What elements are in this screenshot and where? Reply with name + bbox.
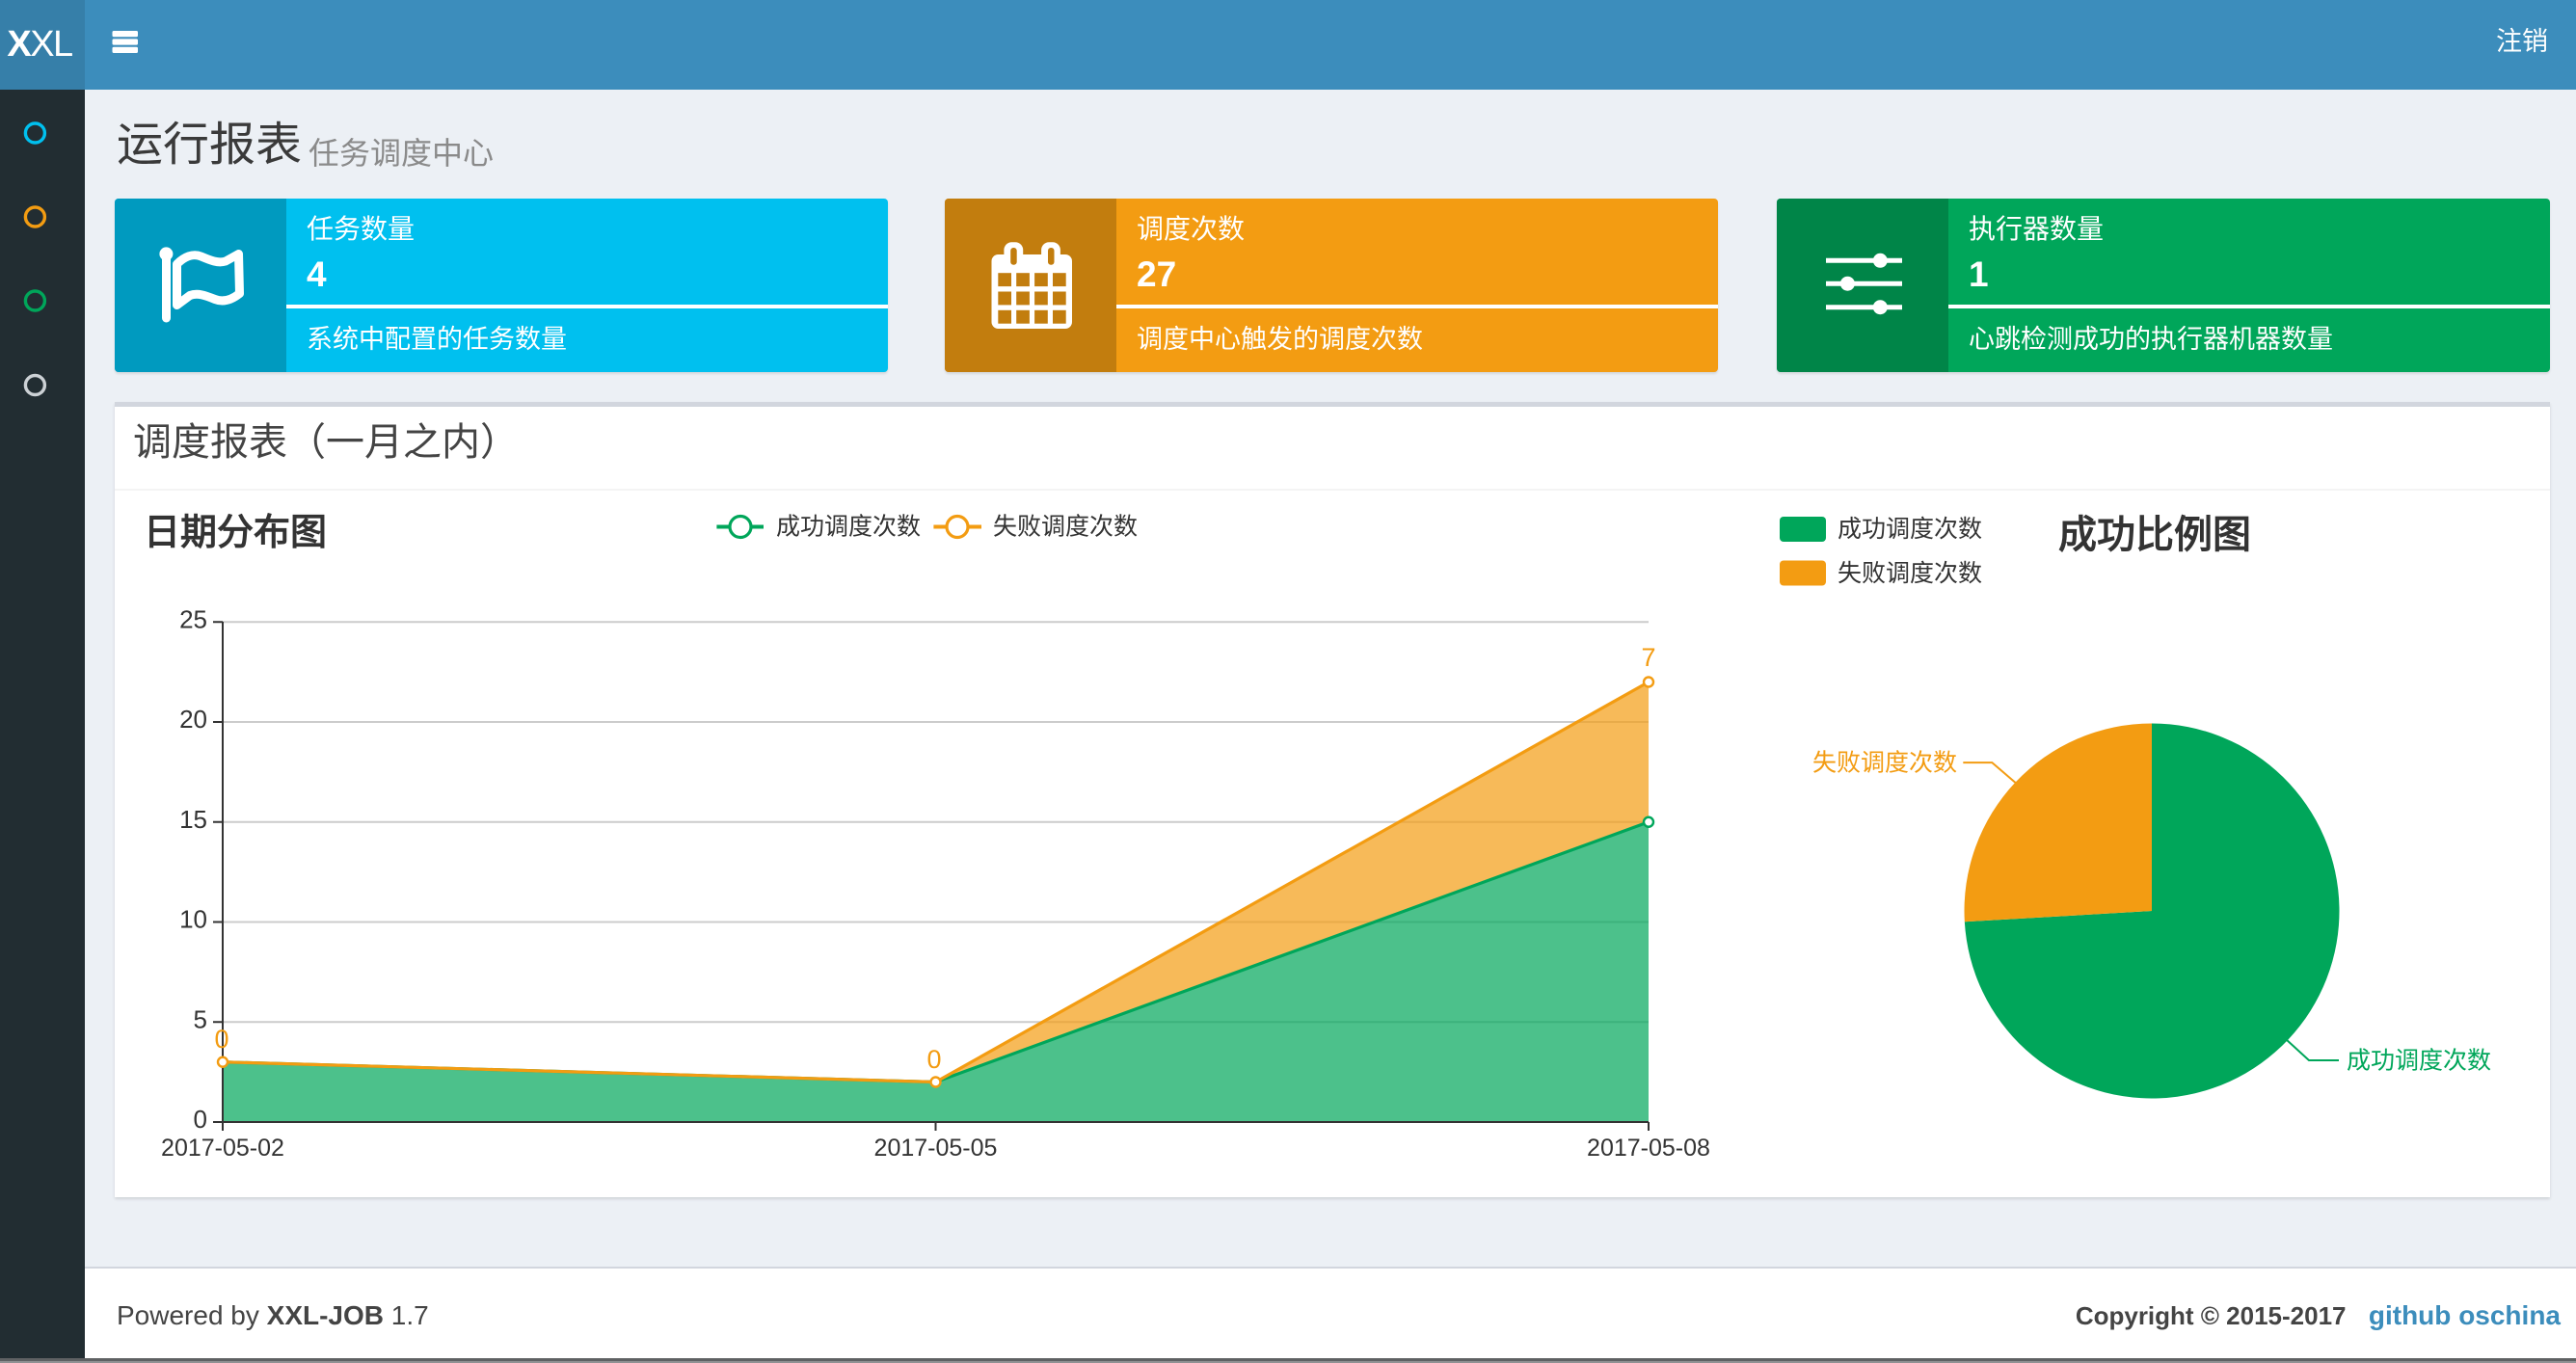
- svg-text:2017-05-05: 2017-05-05: [874, 1135, 998, 1162]
- svg-text:失败调度次数: 失败调度次数: [993, 514, 1138, 541]
- svg-text:成功调度次数: 成功调度次数: [1838, 516, 1982, 543]
- svg-text:2017-05-02: 2017-05-02: [161, 1135, 284, 1162]
- svg-text:成功调度次数: 成功调度次数: [776, 514, 921, 541]
- svg-text:2017-05-08: 2017-05-08: [1587, 1135, 1710, 1162]
- svg-text:0: 0: [214, 1025, 228, 1054]
- svg-text:成功调度次数: 成功调度次数: [2347, 1048, 2491, 1075]
- svg-text:失败调度次数: 失败调度次数: [1838, 560, 1982, 587]
- svg-text:0: 0: [194, 1105, 207, 1134]
- svg-text:15: 15: [179, 805, 207, 834]
- svg-text:成功比例图: 成功比例图: [2058, 514, 2251, 556]
- svg-text:25: 25: [179, 605, 207, 634]
- svg-text:日期分布图: 日期分布图: [144, 513, 327, 553]
- svg-text:5: 5: [194, 1005, 207, 1034]
- svg-text:10: 10: [179, 905, 207, 934]
- svg-text:20: 20: [179, 705, 207, 734]
- svg-text:0: 0: [926, 1045, 941, 1074]
- svg-text:7: 7: [1641, 643, 1655, 672]
- svg-text:失败调度次数: 失败调度次数: [1812, 750, 1957, 777]
